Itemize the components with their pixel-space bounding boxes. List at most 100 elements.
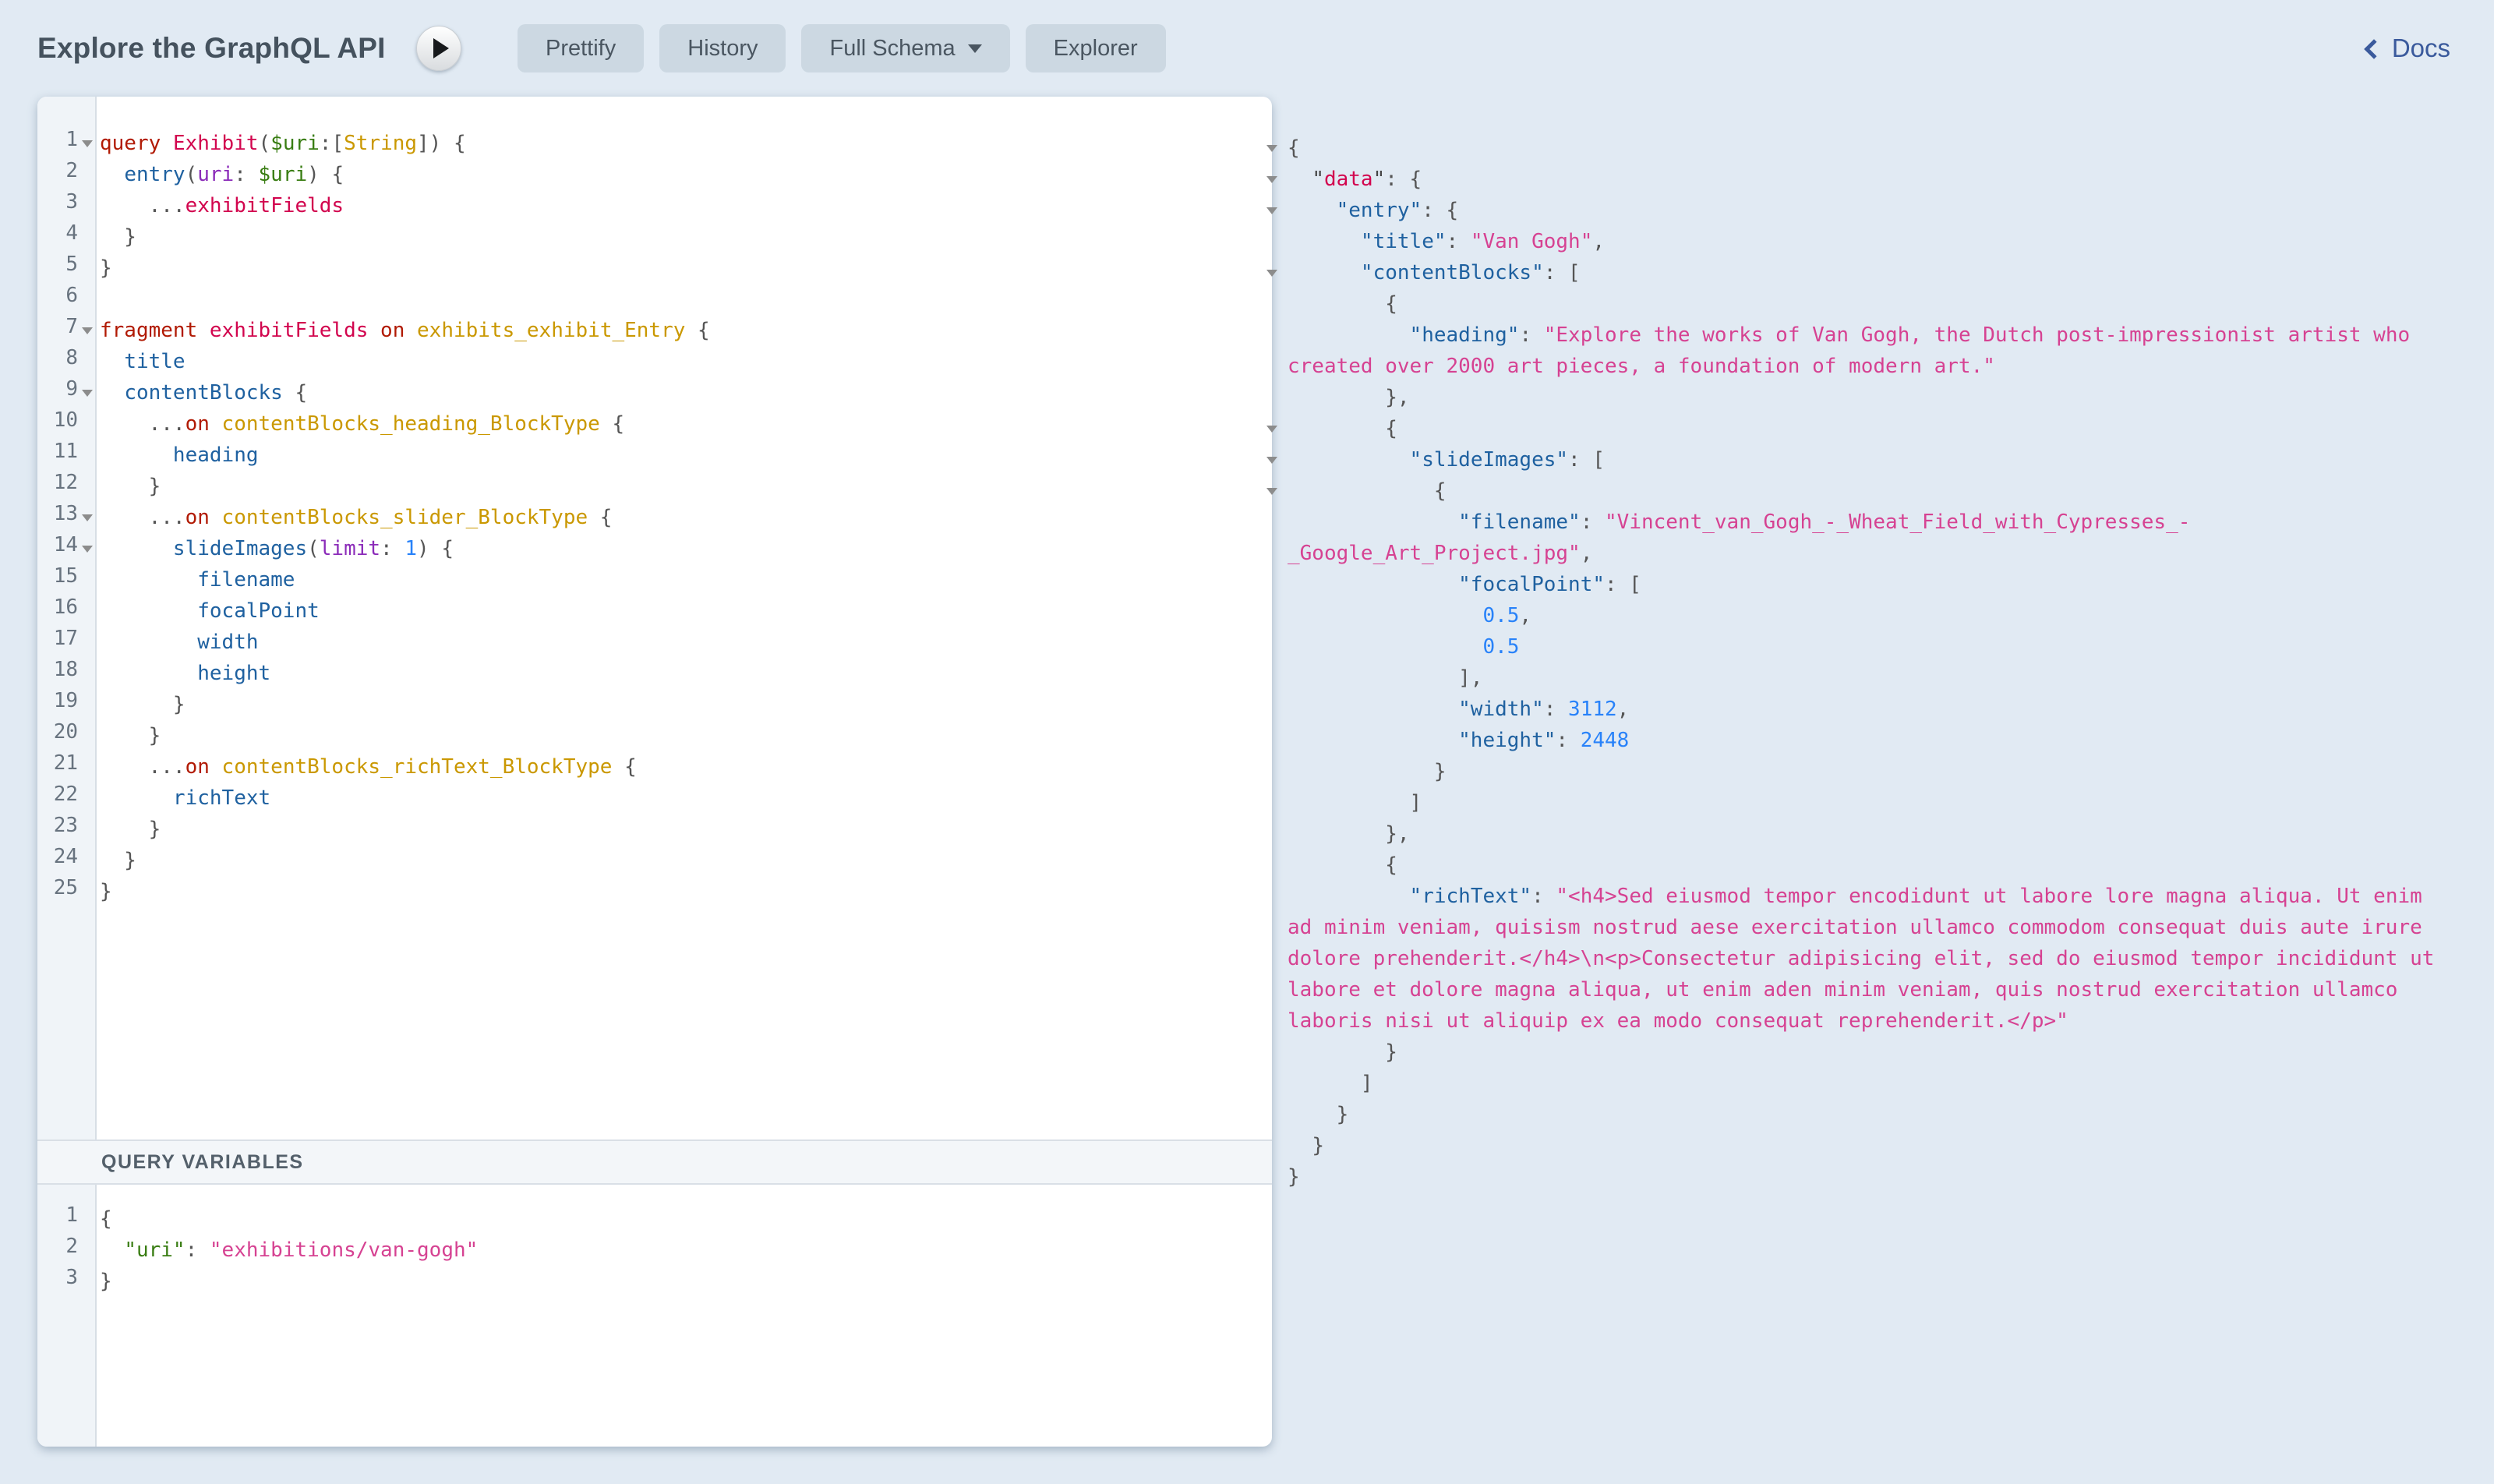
code-line[interactable]: 10 ...on contentBlocks_heading_BlockType… (37, 408, 1272, 440)
code-text: ] (1288, 787, 2446, 818)
prettify-button-label: Prettify (546, 36, 616, 62)
code-line[interactable]: 2 entry(uri: $uri) { (37, 159, 1272, 190)
fold-gutter (78, 1235, 95, 1266)
fold-arrow-icon[interactable] (82, 546, 93, 553)
code-line[interactable]: 1query Exhibit($uri:[String]) { (37, 128, 1272, 159)
code-line: { (1263, 413, 2494, 444)
code-text[interactable]: } (95, 876, 112, 907)
code-text[interactable]: } (95, 689, 185, 720)
code-text[interactable]: } (95, 221, 136, 253)
code-line[interactable]: 3} (37, 1266, 1272, 1297)
code-text[interactable]: "uri": "exhibitions/van-gogh" (95, 1235, 478, 1266)
code-line[interactable]: 21 ...on contentBlocks_richText_BlockTyp… (37, 751, 1272, 783)
code-line[interactable]: 15 filename (37, 564, 1272, 595)
query-variables-header[interactable]: QUERY VARIABLES (37, 1140, 1272, 1185)
code-text[interactable]: heading (95, 440, 259, 471)
variables-editor[interactable]: 1{2 "uri": "exhibitions/van-gogh"3} (37, 1185, 1272, 1447)
code-text: { (1288, 850, 2446, 881)
code-text: { (1288, 413, 2446, 444)
code-text[interactable]: width (95, 627, 259, 658)
fold-arrow-icon[interactable] (82, 140, 93, 147)
fold-arrow-icon[interactable] (82, 514, 93, 521)
history-button[interactable]: History (659, 24, 786, 72)
code-text[interactable]: focalPoint (95, 595, 320, 627)
code-line[interactable]: 13 ...on contentBlocks_slider_BlockType … (37, 502, 1272, 533)
code-text[interactable]: } (95, 253, 112, 284)
fold-arrow-icon[interactable] (1266, 145, 1277, 152)
code-line[interactable]: 16 focalPoint (37, 595, 1272, 627)
docs-link[interactable]: Docs (2367, 0, 2450, 97)
fold-gutter (1263, 662, 1288, 694)
code-text[interactable]: ...on contentBlocks_heading_BlockType { (95, 408, 624, 440)
fold-gutter (78, 1203, 95, 1235)
full-schema-label: Full Schema (829, 36, 955, 62)
fold-arrow-icon[interactable] (1266, 270, 1277, 277)
code-text[interactable]: ...exhibitFields (95, 190, 344, 221)
code-line[interactable]: 8 title (37, 346, 1272, 377)
code-line[interactable]: 20 } (37, 720, 1272, 751)
code-line[interactable]: 9 contentBlocks { (37, 377, 1272, 408)
code-text[interactable]: fragment exhibitFields on exhibits_exhib… (95, 315, 710, 346)
line-number: 14 (37, 533, 78, 564)
code-text[interactable]: } (95, 1266, 112, 1297)
docs-link-label: Docs (2392, 34, 2450, 63)
code-line[interactable]: 5} (37, 253, 1272, 284)
code-text: { (1288, 475, 2446, 507)
code-text[interactable]: height (95, 658, 270, 689)
full-schema-dropdown[interactable]: Full Schema (801, 24, 1009, 72)
code-line[interactable]: 18 height (37, 658, 1272, 689)
fold-arrow-icon[interactable] (1266, 457, 1277, 464)
fold-arrow-icon[interactable] (1266, 488, 1277, 495)
code-line[interactable]: 23 } (37, 814, 1272, 845)
code-line[interactable]: 3 ...exhibitFields (37, 190, 1272, 221)
fold-arrow-icon[interactable] (1266, 207, 1277, 214)
code-line[interactable]: 17 width (37, 627, 1272, 658)
code-text[interactable]: } (95, 845, 136, 876)
code-line: { (1263, 475, 2494, 507)
code-line[interactable]: 24 } (37, 845, 1272, 876)
code-text[interactable]: } (95, 814, 161, 845)
line-number: 9 (37, 377, 78, 408)
code-text[interactable] (95, 284, 100, 315)
code-text[interactable]: ...on contentBlocks_richText_BlockType { (95, 751, 637, 783)
code-text: } (1288, 1037, 2446, 1068)
code-text[interactable]: } (95, 471, 161, 502)
fold-arrow-icon[interactable] (1266, 426, 1277, 433)
code-text[interactable]: { (95, 1203, 112, 1235)
code-line[interactable]: 7fragment exhibitFields on exhibits_exhi… (37, 315, 1272, 346)
prettify-button[interactable]: Prettify (518, 24, 644, 72)
code-line[interactable]: 12 } (37, 471, 1272, 502)
code-text[interactable]: } (95, 720, 161, 751)
code-text: 0.5, (1288, 600, 2446, 631)
code-text[interactable]: entry(uri: $uri) { (95, 159, 344, 190)
code-line[interactable]: 14 slideImages(limit: 1) { (37, 533, 1272, 564)
code-text: } (1288, 1161, 2446, 1192)
code-line[interactable]: 22 richText (37, 783, 1272, 814)
fold-arrow-icon[interactable] (82, 327, 93, 334)
fold-arrow-icon[interactable] (1266, 176, 1277, 183)
line-number: 16 (37, 595, 78, 627)
code-line[interactable]: 2 "uri": "exhibitions/van-gogh" (37, 1235, 1272, 1266)
code-text[interactable]: title (95, 346, 185, 377)
code-line: } (1263, 1161, 2494, 1192)
fold-gutter (1263, 756, 1288, 787)
execute-query-button[interactable] (416, 26, 461, 71)
query-editor[interactable]: 1query Exhibit($uri:[String]) {2 entry(u… (37, 97, 1272, 1140)
code-text[interactable]: slideImages(limit: 1) { (95, 533, 454, 564)
code-line[interactable]: 6 (37, 284, 1272, 315)
code-text[interactable]: query Exhibit($uri:[String]) { (95, 128, 466, 159)
explorer-button[interactable]: Explorer (1026, 24, 1166, 72)
fold-gutter (78, 689, 95, 720)
code-text[interactable]: richText (95, 783, 270, 814)
code-line[interactable]: 11 heading (37, 440, 1272, 471)
code-line[interactable]: 4 } (37, 221, 1272, 253)
code-text[interactable]: filename (95, 564, 295, 595)
code-line[interactable]: 25} (37, 876, 1272, 907)
code-text[interactable]: contentBlocks { (95, 377, 307, 408)
code-line: ], (1263, 662, 2494, 694)
line-number: 4 (37, 221, 78, 253)
code-text[interactable]: ...on contentBlocks_slider_BlockType { (95, 502, 612, 533)
fold-arrow-icon[interactable] (82, 390, 93, 397)
code-line[interactable]: 1{ (37, 1203, 1272, 1235)
code-line[interactable]: 19 } (37, 689, 1272, 720)
